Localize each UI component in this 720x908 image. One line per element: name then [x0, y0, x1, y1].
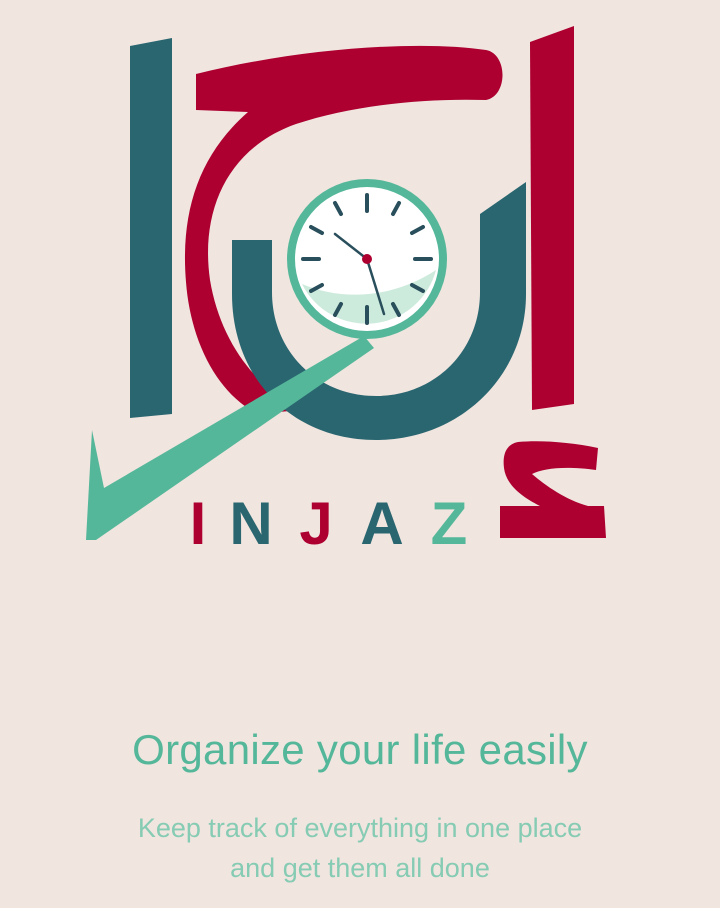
- logo-letter-i: I: [190, 490, 207, 557]
- onboarding-subtitle-line-2: and get them all done: [230, 853, 490, 883]
- logo-letter-j: J: [299, 490, 332, 557]
- logo-letter-z: Z: [431, 490, 468, 557]
- onboarding-subtitle: Keep track of everything in one place an…: [0, 808, 720, 888]
- logo-letter-n: N: [229, 490, 272, 557]
- logo-arabic-letter: [500, 441, 606, 538]
- logo-letter-a: A: [360, 490, 403, 557]
- onboarding-headline: Organize your life easily: [132, 726, 588, 773]
- clock-icon: [287, 179, 447, 339]
- logo-right-bar: [530, 26, 574, 410]
- onboarding-subtitle-line-1: Keep track of everything in one place: [137, 813, 583, 843]
- app-logo: I N J A Z: [86, 26, 606, 557]
- logo-left-bar: [130, 38, 172, 418]
